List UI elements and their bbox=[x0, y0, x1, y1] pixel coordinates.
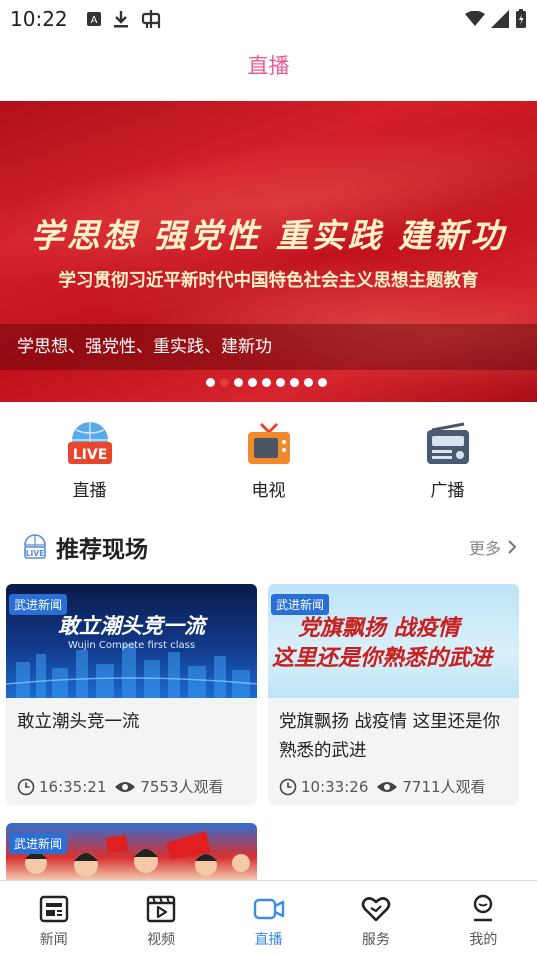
card-time: 16:35:21 bbox=[39, 777, 107, 796]
heart-icon bbox=[361, 897, 391, 922]
status-bar: 10:22 A bbox=[0, 0, 537, 38]
battery-icon bbox=[516, 9, 526, 28]
banner-headline: 学思想 强党性 重实践 建新功 bbox=[30, 216, 507, 255]
live-camera-icon bbox=[253, 898, 284, 920]
banner-subline: 学习贯彻习近平新时代中国特色社会主义思想主题教育 bbox=[58, 271, 479, 291]
carousel-dot[interactable] bbox=[276, 378, 285, 387]
card-title: 党旗飘扬 战疫情 这里还是你熟悉的武进 bbox=[279, 712, 501, 761]
tab-label: 新闻 bbox=[39, 932, 68, 948]
tab-mine[interactable]: 我的 bbox=[430, 881, 537, 956]
quick-links: LIVE 直播 电视 广播 bbox=[0, 420, 537, 501]
carousel-dot[interactable] bbox=[248, 378, 257, 387]
quick-link-radio[interactable]: 广播 bbox=[358, 420, 537, 501]
svg-text:LIVE: LIVE bbox=[26, 549, 45, 558]
carousel-dot[interactable] bbox=[220, 378, 229, 387]
tab-label: 直播 bbox=[254, 932, 283, 948]
chevron-right-icon bbox=[508, 540, 517, 554]
user-icon bbox=[474, 894, 493, 922]
quick-link-label: 直播 bbox=[72, 481, 107, 501]
signal-icon bbox=[491, 10, 509, 28]
live-globe-icon: LIVE bbox=[24, 534, 46, 559]
source-badge: 武进新闻 bbox=[271, 594, 330, 615]
card-thumbnail: 敢立潮头竞一流 Wujin Compete first class 武进新闻 bbox=[6, 584, 257, 698]
carousel-dot[interactable] bbox=[206, 378, 215, 387]
source-badge: 武进新闻 bbox=[9, 594, 68, 615]
quick-link-live[interactable]: LIVE 直播 bbox=[0, 420, 179, 501]
card-meta: 16:35:21 7553人观看 bbox=[17, 776, 224, 797]
card-views: 7711人观看 bbox=[402, 778, 486, 796]
quick-link-tv[interactable]: 电视 bbox=[179, 420, 358, 501]
clock-icon bbox=[17, 778, 35, 795]
thumbnail-subtitle: 这里还是你熟悉的武进 bbox=[272, 645, 493, 671]
page-title: 直播 bbox=[247, 54, 290, 78]
live-card[interactable]: 敢立潮头竞一流 Wujin Compete first class 武进新闻 敢… bbox=[6, 584, 257, 805]
card-thumbnail: 党旗飘扬 战疫情 这里还是你熟悉的武进 武进新闻 bbox=[268, 584, 519, 698]
eye-icon bbox=[115, 781, 136, 792]
tab-label: 我的 bbox=[469, 932, 498, 948]
svg-text:LIVE: LIVE bbox=[72, 447, 107, 463]
svg-text:A: A bbox=[90, 15, 97, 26]
carousel-dot[interactable] bbox=[234, 378, 243, 387]
wifi-icon bbox=[465, 11, 485, 26]
live-card[interactable]: 党旗飘扬 战疫情 这里还是你熟悉的武进 武进新闻 党旗飘扬 战疫情 这里还是你熟… bbox=[268, 584, 519, 805]
quick-link-label: 电视 bbox=[251, 481, 286, 501]
clock-icon bbox=[279, 778, 297, 795]
card-thumbnail: 武进新闻 bbox=[6, 823, 257, 880]
carousel-dot[interactable] bbox=[262, 378, 271, 387]
news-icon bbox=[39, 895, 68, 923]
tv-icon bbox=[247, 422, 290, 464]
section-header: LIVE 推荐现场 更多 bbox=[22, 530, 517, 564]
banner-caption: 学思想、强党性、重实践、建新功 bbox=[0, 324, 537, 370]
download-icon bbox=[113, 11, 128, 28]
card-title: 敢立潮头竞一流 bbox=[17, 712, 140, 732]
live-card[interactable]: 武进新闻 bbox=[6, 823, 257, 880]
tab-news[interactable]: 新闻 bbox=[0, 881, 107, 956]
section-title: 推荐现场 bbox=[56, 537, 148, 563]
status-time: 10:22 bbox=[10, 7, 68, 31]
eye-icon bbox=[377, 781, 398, 792]
radio-icon bbox=[426, 422, 469, 464]
tab-live[interactable]: 直播 bbox=[215, 881, 322, 956]
tab-label: 服务 bbox=[361, 932, 390, 948]
card-views: 7553人观看 bbox=[140, 778, 224, 796]
source-badge: 武进新闻 bbox=[9, 833, 68, 854]
more-link[interactable]: 更多 bbox=[469, 535, 517, 559]
quick-link-label: 广播 bbox=[430, 481, 465, 501]
tab-label: 视频 bbox=[147, 932, 176, 948]
carousel-indicator bbox=[206, 378, 327, 387]
carousel-dot[interactable] bbox=[304, 378, 313, 387]
notification-a-icon: A bbox=[86, 12, 101, 26]
bug-icon bbox=[141, 10, 160, 28]
live-icon: LIVE bbox=[67, 422, 112, 464]
bottom-tab-bar: 新闻 视频 直播 服务 我的 bbox=[0, 880, 537, 956]
video-icon bbox=[146, 895, 176, 923]
card-meta: 10:33:26 7711人观看 bbox=[279, 776, 486, 797]
tab-service[interactable]: 服务 bbox=[322, 881, 429, 956]
more-label: 更多 bbox=[468, 539, 501, 558]
card-time: 10:33:26 bbox=[301, 777, 369, 796]
carousel-dot[interactable] bbox=[290, 378, 299, 387]
banner-carousel[interactable]: 学思想 强党性 重实践 建新功 学习贯彻习近平新时代中国特色社会主义思想主题教育… bbox=[0, 101, 537, 402]
carousel-dot[interactable] bbox=[318, 378, 327, 387]
thumbnail-subtitle: Wujin Compete first class bbox=[67, 640, 196, 651]
tab-video[interactable]: 视频 bbox=[107, 881, 214, 956]
